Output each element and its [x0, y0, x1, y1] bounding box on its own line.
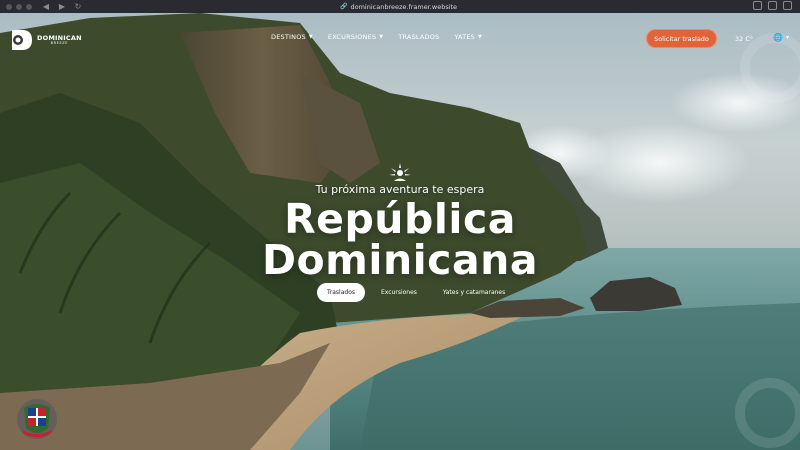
chevron-down-icon: ▼: [784, 34, 790, 41]
nav-excursiones[interactable]: EXCURSIONES ▼: [328, 33, 383, 41]
nav-destinos[interactable]: DESTINOS ▼: [271, 33, 313, 41]
browser-actions: [753, 1, 792, 10]
window-controls[interactable]: [0, 3, 38, 10]
temperature-readout: 32 C°: [735, 35, 754, 43]
new-tab-icon[interactable]: [768, 1, 777, 10]
hero-title-line2: Dominicana: [261, 236, 539, 284]
forward-icon[interactable]: ▶: [54, 0, 70, 13]
address-bar[interactable]: 🔗 dominicanbreeze.framer.website: [340, 1, 457, 12]
language-selector[interactable]: 🌐 ▼: [773, 33, 790, 42]
coat-of-arms-seal: [17, 399, 57, 439]
nav-traslados[interactable]: TRASLADOS: [398, 33, 439, 41]
nav-label: TRASLADOS: [398, 33, 440, 41]
nav-yates[interactable]: YATES ▼: [454, 33, 482, 41]
sun-emblem-icon: [389, 163, 411, 181]
hero-title-line1: República: [284, 195, 516, 243]
decorative-ring: [735, 378, 800, 448]
tab-excursiones[interactable]: Excursiones: [371, 283, 427, 302]
chevron-down-icon: ▼: [477, 34, 483, 40]
link-icon: 🔗: [340, 3, 348, 10]
site-logo[interactable]: DOMINICAN BREEZE: [10, 29, 82, 51]
nav-label: YATES: [454, 33, 475, 41]
back-icon[interactable]: ◀: [38, 0, 54, 13]
logo-mark-icon: [12, 30, 32, 50]
logo-subword: BREEZE: [50, 41, 69, 45]
chevron-down-icon: ▼: [308, 34, 313, 40]
tab-yates[interactable]: Yates y catamaranes: [433, 283, 515, 302]
main-nav: DESTINOS ▼ EXCURSIONES ▼ TRASLADOS YATES…: [271, 33, 482, 41]
nav-label: EXCURSIONES: [327, 33, 377, 41]
hero-tabs: Traslados Excursiones Yates y catamarane…: [317, 283, 515, 302]
logo-text: DOMINICAN BREEZE: [37, 34, 82, 46]
site-header: DOMINICAN BREEZE DESTINOS ▼ EXCURSIONES …: [0, 13, 800, 65]
globe-icon: 🌐: [773, 33, 783, 42]
url-text: dominicanbreeze.framer.website: [350, 2, 458, 11]
chevron-down-icon: ▼: [379, 34, 384, 40]
reload-icon[interactable]: ↻: [70, 0, 86, 13]
request-transfer-button[interactable]: Solicitar traslado: [646, 29, 717, 48]
nav-label: DESTINOS: [271, 33, 306, 41]
share-icon[interactable]: [753, 1, 762, 10]
tabs-icon[interactable]: [783, 1, 792, 10]
tab-traslados[interactable]: Traslados: [317, 283, 366, 302]
